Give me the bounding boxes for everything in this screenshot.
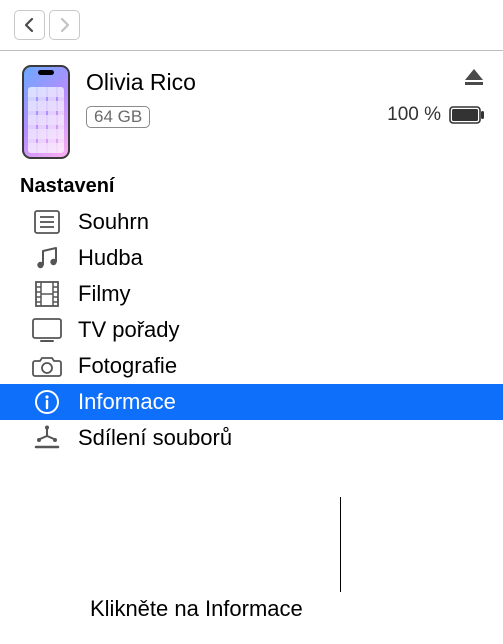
device-header: Olivia Rico 64 GB 100 % bbox=[0, 51, 503, 169]
menu-label: TV pořady bbox=[78, 317, 180, 343]
menu-label: Hudba bbox=[78, 245, 143, 271]
tv-icon bbox=[30, 318, 64, 342]
menu-label: Sdílení souborů bbox=[78, 425, 232, 451]
music-icon bbox=[30, 245, 64, 271]
device-thumbnail bbox=[22, 65, 70, 159]
menu-item-info[interactable]: Informace bbox=[0, 384, 503, 420]
battery-icon bbox=[449, 106, 485, 124]
device-info: Olivia Rico 64 GB bbox=[86, 65, 371, 128]
apps-icon bbox=[30, 425, 64, 451]
section-title-settings: Nastavení bbox=[0, 169, 503, 204]
callout-line bbox=[340, 497, 341, 592]
menu-label: Informace bbox=[78, 389, 176, 415]
info-icon bbox=[30, 389, 64, 415]
summary-icon bbox=[30, 210, 64, 234]
menu-item-summary[interactable]: Souhrn bbox=[0, 204, 503, 240]
menu-item-movies[interactable]: Filmy bbox=[0, 276, 503, 312]
capacity-badge: 64 GB bbox=[86, 106, 150, 128]
eject-icon bbox=[463, 67, 485, 87]
menu-item-music[interactable]: Hudba bbox=[0, 240, 503, 276]
device-status-right: 100 % bbox=[387, 65, 485, 126]
menu-label: Filmy bbox=[78, 281, 131, 307]
battery-status: 100 % bbox=[387, 104, 485, 126]
settings-menu: Souhrn Hudba Filmy TV pořady Fotografie … bbox=[0, 204, 503, 456]
nav-toolbar bbox=[0, 0, 503, 50]
forward-button[interactable] bbox=[49, 10, 80, 40]
film-icon bbox=[30, 281, 64, 307]
chevron-left-icon bbox=[24, 17, 35, 33]
menu-item-filesharing[interactable]: Sdílení souborů bbox=[0, 420, 503, 456]
device-name: Olivia Rico bbox=[86, 69, 371, 96]
callout-text: Klikněte na Informace bbox=[90, 596, 303, 622]
menu-item-tv[interactable]: TV pořady bbox=[0, 312, 503, 348]
chevron-right-icon bbox=[59, 17, 70, 33]
menu-item-photos[interactable]: Fotografie bbox=[0, 348, 503, 384]
menu-label: Souhrn bbox=[78, 209, 149, 235]
battery-percent: 100 % bbox=[387, 104, 441, 126]
back-button[interactable] bbox=[14, 10, 45, 40]
menu-label: Fotografie bbox=[78, 353, 177, 379]
eject-button[interactable] bbox=[463, 67, 485, 92]
camera-icon bbox=[30, 355, 64, 377]
